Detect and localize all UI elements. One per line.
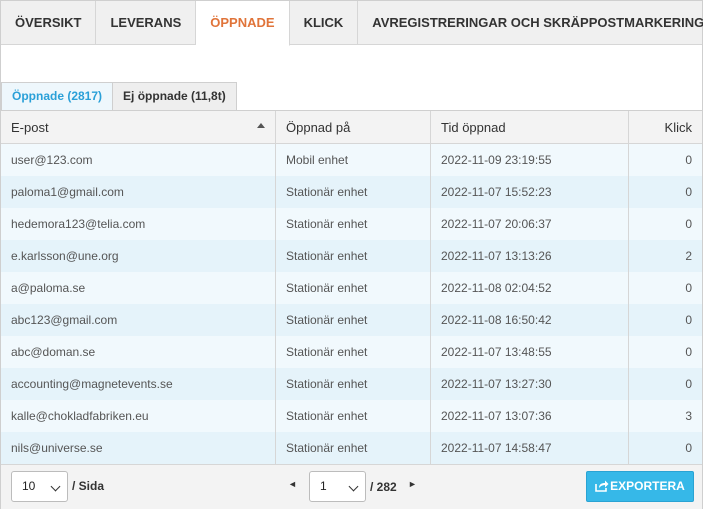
table-row[interactable]: kalle@chokladfabriken.eu Stationär enhet 2…	[1, 400, 702, 432]
cell-opened-on: Stationär enhet	[276, 272, 431, 304]
cell-email: kalle@chokladfabriken.eu	[1, 400, 276, 432]
page-select[interactable]: 1	[309, 471, 366, 502]
cell-time-opened: 2022-11-07 13:27:30	[431, 368, 629, 400]
export-icon	[595, 480, 609, 492]
export-button[interactable]: EXPORTERA	[586, 471, 694, 502]
table-body: user@123.com Mobil enhet 2022-11-09 23:19:…	[1, 144, 702, 464]
cell-email: accounting@magnetevents.se	[1, 368, 276, 400]
per-page-value: 10	[22, 479, 36, 493]
cell-email: a@paloma.se	[1, 272, 276, 304]
cell-opened-on: Stationär enhet	[276, 240, 431, 272]
cell-opened-on: Stationär enhet	[276, 208, 431, 240]
table-footer: 10 / Sida ◄ 1 / 282 ► EXPORTERA	[1, 464, 702, 509]
table-row[interactable]: paloma1@gmail.com Stationär enhet 2022-11-…	[1, 176, 702, 208]
cell-time-opened: 2022-11-07 15:52:23	[431, 176, 629, 208]
column-header-email-label: E-post	[11, 120, 49, 135]
cell-opened-on: Stationär enhet	[276, 368, 431, 400]
cell-clicks: 0	[685, 185, 692, 199]
cell-clicks: 0	[685, 281, 692, 295]
tab-oppnade[interactable]: Öppnade	[196, 1, 290, 46]
tab-leverans[interactable]: Leverans	[96, 1, 197, 45]
column-header-email[interactable]: E-post	[1, 111, 276, 143]
per-page-select[interactable]: 10	[11, 471, 68, 502]
chevron-down-icon	[348, 481, 359, 492]
table-row[interactable]: abc123@gmail.com Stationär enhet 2022-11-0…	[1, 304, 702, 336]
cell-time-opened: 2022-11-09 23:19:55	[431, 144, 629, 176]
table-header-row: E-post Öppnad på Tid öppnad Klick	[1, 111, 702, 144]
export-button-label: EXPORTERA	[610, 479, 685, 493]
column-header-clicks[interactable]: Klick	[629, 111, 702, 143]
cell-time-opened: 2022-11-08 02:04:52	[431, 272, 629, 304]
sort-ascending-icon[interactable]	[257, 123, 265, 128]
cell-clicks: 0	[685, 441, 692, 455]
cell-clicks: 2	[685, 249, 692, 263]
cell-opened-on: Stationär enhet	[276, 336, 431, 368]
next-page-icon[interactable]: ►	[408, 479, 417, 489]
cell-opened-on: Stationär enhet	[276, 400, 431, 432]
tab-klick[interactable]: Klick	[290, 1, 359, 45]
report-panel: Översikt Leverans Öppnade Klick Avregist…	[0, 0, 703, 509]
cell-time-opened: 2022-11-07 13:13:26	[431, 240, 629, 272]
cell-time-opened: 2022-11-08 16:50:42	[431, 304, 629, 336]
cell-opened-on: Mobil enhet	[276, 144, 431, 176]
cell-clicks: 0	[685, 217, 692, 231]
cell-clicks: 0	[685, 153, 692, 167]
cell-time-opened: 2022-11-07 13:07:36	[431, 400, 629, 432]
cell-email: abc@doman.se	[1, 336, 276, 368]
page-value: 1	[320, 479, 327, 493]
subtab-not-opened[interactable]: Ej öppnade (11,8t)	[113, 82, 237, 110]
table-row[interactable]: abc@doman.se Stationär enhet 2022-11-07 13…	[1, 336, 702, 368]
column-header-opened-on[interactable]: Öppnad på	[276, 111, 431, 143]
cell-email: nils@universe.se	[1, 432, 276, 464]
cell-clicks: 0	[685, 313, 692, 327]
previous-page-icon[interactable]: ◄	[288, 479, 297, 489]
chevron-down-icon	[50, 481, 61, 492]
cell-clicks: 3	[685, 409, 692, 423]
cell-email: hedemora123@telia.com	[1, 208, 276, 240]
table-row[interactable]: a@paloma.se Stationär enhet 2022-11-08 02:…	[1, 272, 702, 304]
tab-avregistreringar[interactable]: Avregistreringar och skräppostmarkeringa…	[358, 1, 703, 45]
table-row[interactable]: e.karlsson@une.org Stationär enhet 2022-11…	[1, 240, 702, 272]
cell-opened-on: Stationär enhet	[276, 432, 431, 464]
sub-tab-bar: Öppnade (2817) Ej öppnade (11,8t)	[1, 82, 237, 110]
cell-email: user@123.com	[1, 144, 276, 176]
cell-time-opened: 2022-11-07 13:48:55	[431, 336, 629, 368]
opened-table: E-post Öppnad på Tid öppnad Klick user@1…	[1, 110, 702, 464]
cell-clicks: 0	[685, 377, 692, 391]
cell-email: abc123@gmail.com	[1, 304, 276, 336]
tab-oversikt[interactable]: Översikt	[1, 1, 97, 45]
top-tab-bar: Översikt Leverans Öppnade Klick Avregist…	[1, 1, 703, 46]
table-row[interactable]: user@123.com Mobil enhet 2022-11-09 23:19:…	[1, 144, 702, 176]
cell-email: e.karlsson@une.org	[1, 240, 276, 272]
cell-time-opened: 2022-11-07 14:58:47	[431, 432, 629, 464]
cell-opened-on: Stationär enhet	[276, 304, 431, 336]
subtab-opened[interactable]: Öppnade (2817)	[1, 82, 114, 110]
cell-email: paloma1@gmail.com	[1, 176, 276, 208]
cell-clicks: 0	[685, 345, 692, 359]
per-page-label: / Sida	[72, 479, 105, 493]
table-row[interactable]: accounting@magnetevents.se Stationär enhe…	[1, 368, 702, 400]
cell-opened-on: Stationär enhet	[276, 176, 431, 208]
column-header-time-opened[interactable]: Tid öppnad	[431, 111, 629, 143]
table-row[interactable]: hedemora123@telia.com Stationär enhet 2022…	[1, 208, 702, 240]
table-row[interactable]: nils@universe.se Stationär enhet 2022-11-0…	[1, 432, 702, 464]
total-pages: / 282	[370, 480, 397, 494]
cell-time-opened: 2022-11-07 20:06:37	[431, 208, 629, 240]
